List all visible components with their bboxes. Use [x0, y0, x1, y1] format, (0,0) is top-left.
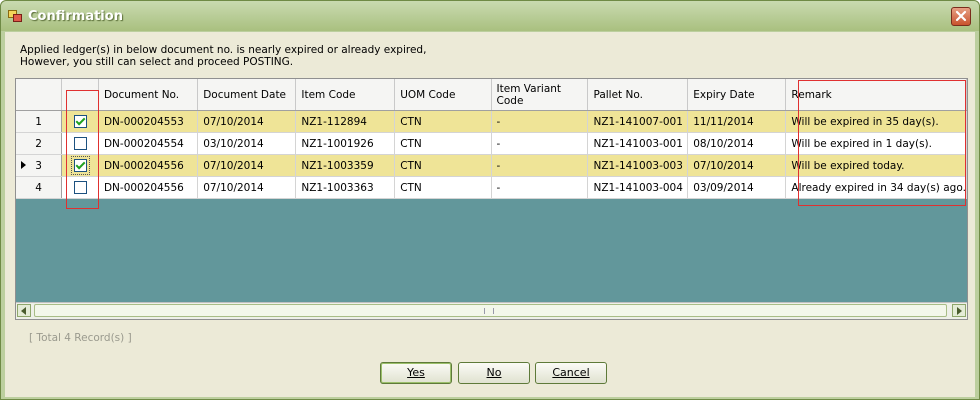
- cell-pallet-no[interactable]: NZ1-141003-001: [587, 132, 689, 155]
- cell-remark[interactable]: Will be expired in 35 day(s).: [785, 110, 967, 133]
- warning-message: Applied ledger(s) in below document no. …: [20, 44, 426, 68]
- row-number[interactable]: 3: [16, 154, 63, 177]
- cell-document-no[interactable]: DN-000204556: [98, 154, 199, 177]
- select-checkbox[interactable]: [73, 181, 87, 194]
- cell-pallet-no[interactable]: NZ1-141007-001: [587, 110, 689, 133]
- cell-document-date[interactable]: 07/10/2014: [197, 176, 297, 199]
- row-header-corner: [16, 79, 63, 111]
- column-header-item-code[interactable]: Item Code: [295, 79, 396, 111]
- cell-item-code[interactable]: NZ1-112894: [295, 110, 396, 133]
- cell-item-code[interactable]: NZ1-1003359: [295, 154, 396, 177]
- cell-pallet-no[interactable]: NZ1-141003-003: [587, 154, 689, 177]
- grip-icon: [484, 308, 494, 314]
- column-header-pallet-no[interactable]: Pallet No.: [587, 79, 689, 111]
- cell-document-date[interactable]: 07/10/2014: [197, 110, 297, 133]
- cell-item-variant-code[interactable]: -: [491, 110, 589, 133]
- message-line-2: However, you still can select and procee…: [20, 56, 294, 68]
- table-header-row: Document No. Document Date Item Code UOM…: [16, 79, 967, 111]
- table-row[interactable]: 3 DN-000204556 07/10/2014 NZ1-1003359 CT…: [16, 154, 967, 177]
- table-row[interactable]: 2 DN-000204554 03/10/2014 NZ1-1001926 CT…: [16, 132, 967, 155]
- column-header-document-no[interactable]: Document No.: [98, 79, 199, 111]
- cell-document-no[interactable]: DN-000204556: [98, 176, 199, 199]
- cell-item-variant-code[interactable]: -: [491, 176, 589, 199]
- cell-remark[interactable]: Already expired in 34 day(s) ago.: [785, 176, 967, 199]
- close-x-icon: [955, 10, 967, 22]
- expiry-grid[interactable]: Document No. Document Date Item Code UOM…: [15, 78, 968, 320]
- cell-expiry-date[interactable]: 07/10/2014: [687, 154, 787, 177]
- row-number[interactable]: 4: [16, 176, 63, 199]
- cell-document-date[interactable]: 07/10/2014: [197, 154, 297, 177]
- row-number[interactable]: 1: [16, 110, 63, 133]
- cell-expiry-date[interactable]: 11/11/2014: [687, 110, 787, 133]
- window-title: Confirmation: [28, 9, 123, 24]
- cell-uom-code[interactable]: CTN: [394, 110, 492, 133]
- row-select-checkbox-cell[interactable]: [61, 154, 99, 177]
- column-header-remark[interactable]: Remark: [785, 79, 967, 111]
- expiry-table: Document No. Document Date Item Code UOM…: [16, 79, 967, 199]
- dialog-body: Applied ledger(s) in below document no. …: [5, 32, 975, 397]
- cell-item-code[interactable]: NZ1-1001926: [295, 132, 396, 155]
- no-button[interactable]: No: [458, 362, 530, 384]
- confirmation-dialog: Confirmation Applied ledger(s) in below …: [0, 0, 980, 400]
- row-pointer-icon: [21, 161, 26, 169]
- select-checkbox[interactable]: [73, 137, 87, 150]
- cell-uom-code[interactable]: CTN: [394, 132, 492, 155]
- cell-document-date[interactable]: 03/10/2014: [197, 132, 297, 155]
- cell-item-variant-code[interactable]: -: [491, 154, 589, 177]
- select-column-header[interactable]: [61, 79, 99, 111]
- row-select-checkbox-cell[interactable]: [61, 110, 99, 133]
- message-line-1: Applied ledger(s) in below document no. …: [20, 44, 427, 56]
- cell-document-no[interactable]: DN-000204553: [98, 110, 199, 133]
- row-number[interactable]: 2: [16, 132, 63, 155]
- cell-document-no[interactable]: DN-000204554: [98, 132, 199, 155]
- cancel-button[interactable]: Cancel: [535, 362, 607, 384]
- column-header-expiry-date[interactable]: Expiry Date: [687, 79, 787, 111]
- select-checkbox[interactable]: [73, 115, 87, 128]
- app-window-icon: [8, 10, 22, 22]
- scroll-right-arrow-icon[interactable]: [952, 304, 966, 317]
- scroll-left-arrow-icon[interactable]: [17, 304, 31, 317]
- column-header-document-date[interactable]: Document Date: [197, 79, 297, 111]
- cell-item-variant-code[interactable]: -: [491, 132, 589, 155]
- record-count: [ Total 4 Record(s) ]: [29, 332, 132, 344]
- yes-button[interactable]: Yes: [380, 362, 452, 384]
- close-button[interactable]: [951, 7, 971, 26]
- cell-pallet-no[interactable]: NZ1-141003-004: [587, 176, 689, 199]
- column-header-item-variant-code[interactable]: Item Variant Code: [491, 79, 589, 111]
- title-bar[interactable]: Confirmation: [1, 1, 979, 31]
- table-row[interactable]: 1 DN-000204553 07/10/2014 NZ1-112894 CTN…: [16, 110, 967, 133]
- cell-uom-code[interactable]: CTN: [394, 176, 492, 199]
- row-select-checkbox-cell[interactable]: [61, 132, 99, 155]
- scrollbar-thumb[interactable]: [34, 304, 947, 317]
- cell-expiry-date[interactable]: 08/10/2014: [687, 132, 787, 155]
- column-header-uom-code[interactable]: UOM Code: [394, 79, 492, 111]
- horizontal-scrollbar[interactable]: [16, 302, 967, 319]
- cell-expiry-date[interactable]: 03/09/2014: [687, 176, 787, 199]
- select-checkbox[interactable]: [70, 156, 90, 175]
- cell-item-code[interactable]: NZ1-1003363: [295, 176, 396, 199]
- row-select-checkbox-cell[interactable]: [61, 176, 99, 199]
- cell-remark[interactable]: Will be expired in 1 day(s).: [785, 132, 967, 155]
- cell-remark[interactable]: Will be expired today.: [785, 154, 967, 177]
- cell-uom-code[interactable]: CTN: [394, 154, 492, 177]
- table-row[interactable]: 4 DN-000204556 07/10/2014 NZ1-1003363 CT…: [16, 176, 967, 199]
